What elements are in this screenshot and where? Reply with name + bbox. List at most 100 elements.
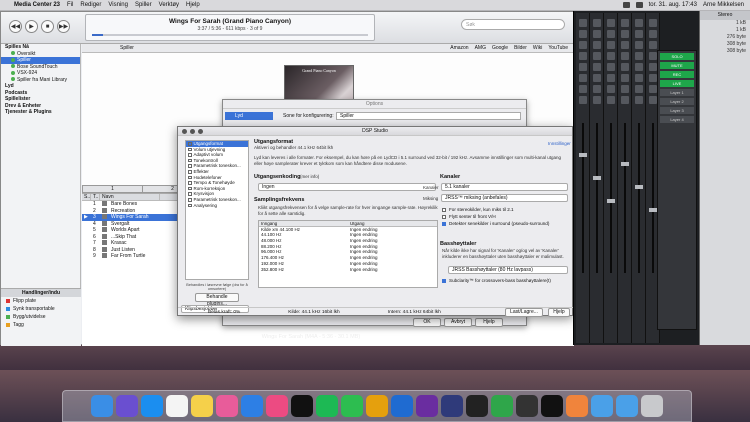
checkbox-icon[interactable] <box>442 221 446 226</box>
totalmix-icon[interactable] <box>516 395 538 417</box>
manage-plugins-button[interactable]: Behandle plugins... <box>195 293 239 307</box>
channel-button[interactable] <box>579 52 587 60</box>
channel-button[interactable] <box>593 52 601 60</box>
previous-button[interactable]: ◀◀ <box>9 20 22 33</box>
menu-view[interactable]: Visning <box>108 2 128 8</box>
channel-button[interactable] <box>635 63 643 71</box>
module-checkbox[interactable] <box>188 147 192 152</box>
module-checkbox[interactable] <box>188 181 192 185</box>
channel-button[interactable] <box>607 85 615 93</box>
notater-icon[interactable] <box>191 395 213 417</box>
wifi-icon[interactable] <box>622 2 630 8</box>
action-tag[interactable]: Tagg <box>1 321 81 329</box>
app-store-icon[interactable] <box>141 395 163 417</box>
spotify-icon[interactable] <box>316 395 338 417</box>
channel-button[interactable] <box>635 74 643 82</box>
channel-button[interactable] <box>635 30 643 38</box>
channel-button[interactable] <box>607 63 615 71</box>
fader-knob[interactable] <box>607 199 615 203</box>
link-youtube[interactable]: YouTube <box>548 45 568 51</box>
rew-icon[interactable] <box>441 395 463 417</box>
module-checkbox[interactable] <box>188 164 192 168</box>
fader-knob[interactable] <box>621 162 629 166</box>
channel-button[interactable] <box>635 85 643 93</box>
stop-button[interactable]: ■ <box>41 20 54 33</box>
mixer-panel-button[interactable]: LIVE <box>660 80 694 87</box>
dsp-icon[interactable] <box>416 395 438 417</box>
mixer-panel-button[interactable]: REC <box>660 71 694 78</box>
col-status[interactable]: S.. <box>82 194 91 200</box>
module-checkbox[interactable] <box>188 153 192 157</box>
channel-button[interactable] <box>593 19 601 27</box>
dsp-module-item[interactable]: Analysering <box>186 203 248 209</box>
close-icon[interactable] <box>182 129 187 134</box>
papirkurv-icon[interactable] <box>641 395 663 417</box>
menu-player[interactable]: Spiller <box>135 2 152 8</box>
channel-button[interactable] <box>593 96 601 104</box>
zoom-icon[interactable] <box>198 129 203 134</box>
action-sync[interactable]: Synk transportable <box>1 305 81 313</box>
channel-button[interactable] <box>649 63 657 71</box>
mappe-icon[interactable] <box>616 395 638 417</box>
mixer-panel-button[interactable]: MUTE <box>660 62 694 69</box>
siri-icon[interactable] <box>116 395 138 417</box>
channel-option-checkbox[interactable]: For stereokilder, kun miks til 2.1 <box>442 206 570 213</box>
bilder-icon[interactable] <box>216 395 238 417</box>
channel-button[interactable] <box>579 41 587 49</box>
module-checkbox[interactable] <box>188 203 192 208</box>
menubar-app-name[interactable]: Media Center 23 <box>14 2 60 8</box>
channel-button[interactable] <box>593 30 601 38</box>
safari-icon[interactable] <box>241 395 263 417</box>
fader-knob[interactable] <box>635 185 643 189</box>
utorrent-icon[interactable] <box>491 395 513 417</box>
channel-option-checkbox[interactable]: Flytt senter til front V/H <box>442 213 570 220</box>
channel-button[interactable] <box>607 41 615 49</box>
channel-button[interactable] <box>635 41 643 49</box>
mappe-icon[interactable] <box>591 395 613 417</box>
search-input[interactable]: Søk <box>461 19 565 30</box>
module-checkbox[interactable] <box>188 142 192 146</box>
sidebar-section-services[interactable]: Tjenester & Plugins <box>1 109 80 116</box>
module-checkbox[interactable] <box>188 186 192 191</box>
channel-button[interactable] <box>621 63 629 71</box>
channel-button[interactable] <box>593 63 601 71</box>
channel-button[interactable] <box>621 41 629 49</box>
action-build[interactable]: Bygg/utvidelse <box>1 313 81 321</box>
link-amg[interactable]: AMG <box>475 45 486 51</box>
channel-option-checkbox[interactable]: Detekter senekilder i surround (pseudo-s… <box>442 220 570 227</box>
fader-knob[interactable] <box>649 208 657 212</box>
evernote-icon[interactable] <box>341 395 363 417</box>
channel-button[interactable] <box>649 41 657 49</box>
checkbox-icon[interactable] <box>442 214 446 219</box>
menubar-user[interactable]: Arne Mikkelsen <box>703 2 744 8</box>
link-amazon[interactable]: Amazon <box>450 45 468 51</box>
channel-button[interactable] <box>579 63 587 71</box>
channel-button[interactable] <box>649 96 657 104</box>
finder-icon[interactable] <box>91 395 113 417</box>
photos-icon[interactable] <box>566 395 588 417</box>
module-checkbox[interactable] <box>188 198 192 202</box>
module-checkbox[interactable] <box>188 175 192 180</box>
channel-button[interactable] <box>593 41 601 49</box>
fader-knob[interactable] <box>593 176 601 180</box>
channel-button[interactable] <box>607 52 615 60</box>
itunes-icon[interactable] <box>266 395 288 417</box>
channel-button[interactable] <box>635 52 643 60</box>
dashboard-icon[interactable] <box>391 395 413 417</box>
plex-icon[interactable] <box>366 395 388 417</box>
options-ok-button[interactable]: OK <box>413 318 441 327</box>
channel-button[interactable] <box>579 19 587 27</box>
options-help-button[interactable]: Hjelp <box>475 318 503 327</box>
channel-button[interactable] <box>593 74 601 82</box>
samplerate-row[interactable]: 352.800 Hz Ingen endring <box>259 267 437 273</box>
play-button[interactable]: ▶ <box>25 20 38 33</box>
channel-button[interactable] <box>607 96 615 104</box>
channel-button[interactable] <box>579 85 587 93</box>
channel-button[interactable] <box>621 30 629 38</box>
menu-help[interactable]: Hjelp <box>186 2 200 8</box>
channel-button[interactable] <box>607 19 615 27</box>
channel-button[interactable] <box>649 74 657 82</box>
player-dropdown[interactable]: Spiller <box>120 45 134 51</box>
mixer-panel-button[interactable]: Layer 4 <box>660 116 694 123</box>
channel-button[interactable] <box>607 30 615 38</box>
